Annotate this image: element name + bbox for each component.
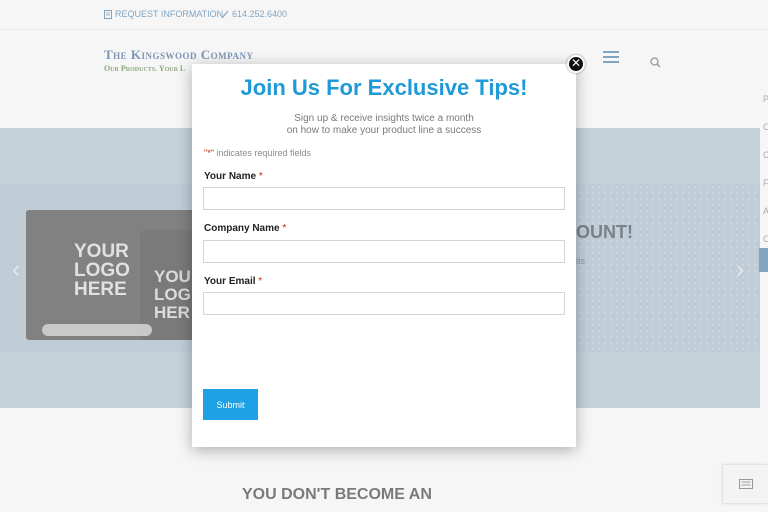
required-star: * [282, 223, 287, 234]
your-name-label: Your Name * [204, 171, 263, 182]
modal-title: Join Us For Exclusive Tips! [240, 75, 528, 100]
required-note-text: indicates required fields [213, 148, 311, 158]
required-note-star: "*" [204, 148, 214, 158]
required-star: * [258, 276, 263, 287]
your-email-label: Your Email * [204, 276, 263, 287]
close-icon[interactable]: ✕ [567, 55, 585, 73]
signup-modal: Join Us For Exclusive Tips! Sign up & re… [192, 64, 576, 447]
submit-button[interactable]: Submit [203, 389, 258, 420]
modal-subtitle-line: Sign up & receive insights twice a month [294, 113, 474, 124]
required-star: * [258, 171, 263, 182]
company-name-label: Company Name * [204, 223, 287, 234]
modal-subtitle: Sign up & receive insights twice a month… [192, 113, 576, 137]
your-email-input[interactable] [203, 292, 565, 315]
your-name-input[interactable] [203, 187, 565, 210]
required-fields-note: "*" indicates required fields [204, 148, 311, 158]
modal-subtitle-line: on how to make your product line a succe… [286, 125, 482, 136]
company-name-input[interactable] [203, 240, 565, 263]
